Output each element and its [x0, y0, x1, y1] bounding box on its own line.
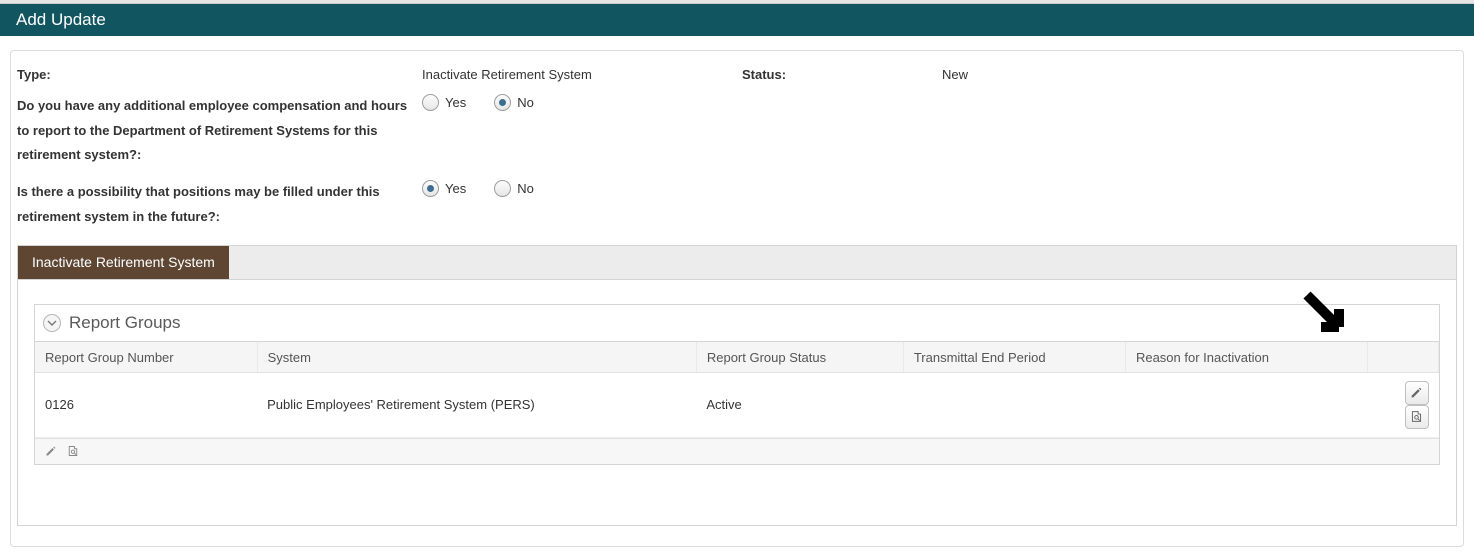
cell-reason: [1125, 372, 1367, 437]
col-header-actions: [1368, 342, 1439, 372]
page-header: Add Update: [0, 4, 1474, 36]
q2-yes-label: Yes: [445, 181, 466, 196]
type-value: Inactivate Retirement System: [422, 65, 742, 92]
magnify-doc-icon[interactable]: [67, 445, 79, 457]
grid-footer: [35, 438, 1439, 464]
q1-yes-label: Yes: [445, 95, 466, 110]
cell-number: 0126: [35, 372, 257, 437]
tab-inactivate[interactable]: Inactivate Retirement System: [18, 246, 229, 279]
chevron-down-icon[interactable]: [43, 314, 61, 332]
col-header-status[interactable]: Report Group Status: [696, 342, 903, 372]
q1-no-radio[interactable]: No: [494, 94, 534, 111]
q2-no-label: No: [517, 181, 534, 196]
tab-content: Report Groups Report Group Number System…: [17, 279, 1457, 526]
cell-status: Active: [696, 372, 903, 437]
q2-yes-radio[interactable]: Yes: [422, 180, 466, 197]
status-label: Status:: [742, 65, 942, 92]
report-groups-table: Report Group Number System Report Group …: [35, 342, 1439, 438]
q1-no-label: No: [517, 95, 534, 110]
report-groups-title: Report Groups: [69, 313, 181, 333]
question-1-radio-group: Yes No: [422, 94, 742, 111]
question-2-radio-group: Yes No: [422, 180, 742, 197]
q1-yes-radio[interactable]: Yes: [422, 94, 466, 111]
magnify-doc-icon: [1410, 410, 1423, 423]
col-header-system[interactable]: System: [257, 342, 696, 372]
type-label: Type:: [17, 65, 422, 92]
table-header-row: Report Group Number System Report Group …: [35, 342, 1439, 372]
question-2-label: Is there a possibility that positions ma…: [17, 178, 422, 239]
cell-system: Public Employees' Retirement System (PER…: [257, 372, 696, 437]
cell-trans: [903, 372, 1125, 437]
edit-button[interactable]: [1405, 381, 1429, 405]
question-1-label: Do you have any additional employee comp…: [17, 92, 422, 178]
tab-strip: Inactivate Retirement System: [17, 245, 1457, 279]
col-header-reason[interactable]: Reason for Inactivation: [1125, 342, 1367, 372]
table-row[interactable]: 0126 Public Employees' Retirement System…: [35, 372, 1439, 437]
pencil-icon[interactable]: [45, 445, 57, 457]
view-button[interactable]: [1405, 405, 1429, 429]
status-value: New: [942, 65, 1242, 92]
col-header-trans[interactable]: Transmittal End Period: [903, 342, 1125, 372]
q2-no-radio[interactable]: No: [494, 180, 534, 197]
main-panel: Type: Inactivate Retirement System Statu…: [10, 50, 1464, 547]
report-groups-header: Report Groups: [35, 305, 1439, 342]
form-grid: Type: Inactivate Retirement System Statu…: [17, 65, 1457, 239]
col-header-number[interactable]: Report Group Number: [35, 342, 257, 372]
report-groups-panel: Report Groups Report Group Number System…: [34, 304, 1440, 465]
pencil-icon: [1410, 386, 1423, 399]
page-title: Add Update: [16, 10, 106, 29]
